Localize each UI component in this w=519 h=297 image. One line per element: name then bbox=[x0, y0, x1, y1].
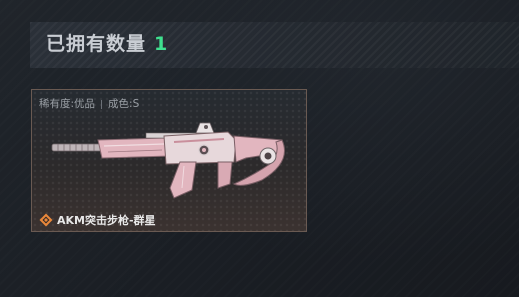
weapon-skin-card[interactable]: 稀有度:优品 成色:S AKM突击步枪-群星 bbox=[31, 89, 307, 232]
item-meta: 稀有度:优品 成色:S bbox=[39, 96, 139, 111]
akm-rifle-image bbox=[51, 122, 285, 199]
owned-count-header: 已拥有数量 1 bbox=[46, 30, 168, 58]
condition-text: 成色:S bbox=[108, 98, 140, 110]
diamond-rarity-icon bbox=[39, 213, 53, 226]
item-name-row: AKM突击步枪-群星 bbox=[39, 209, 156, 227]
owned-count-label: 已拥有数量 bbox=[46, 33, 147, 55]
meta-divider bbox=[101, 99, 103, 109]
item-name: AKM突击步枪-群星 bbox=[57, 213, 156, 227]
rarity-text: 稀有度:优品 bbox=[39, 98, 96, 110]
owned-count-value: 1 bbox=[154, 33, 169, 55]
